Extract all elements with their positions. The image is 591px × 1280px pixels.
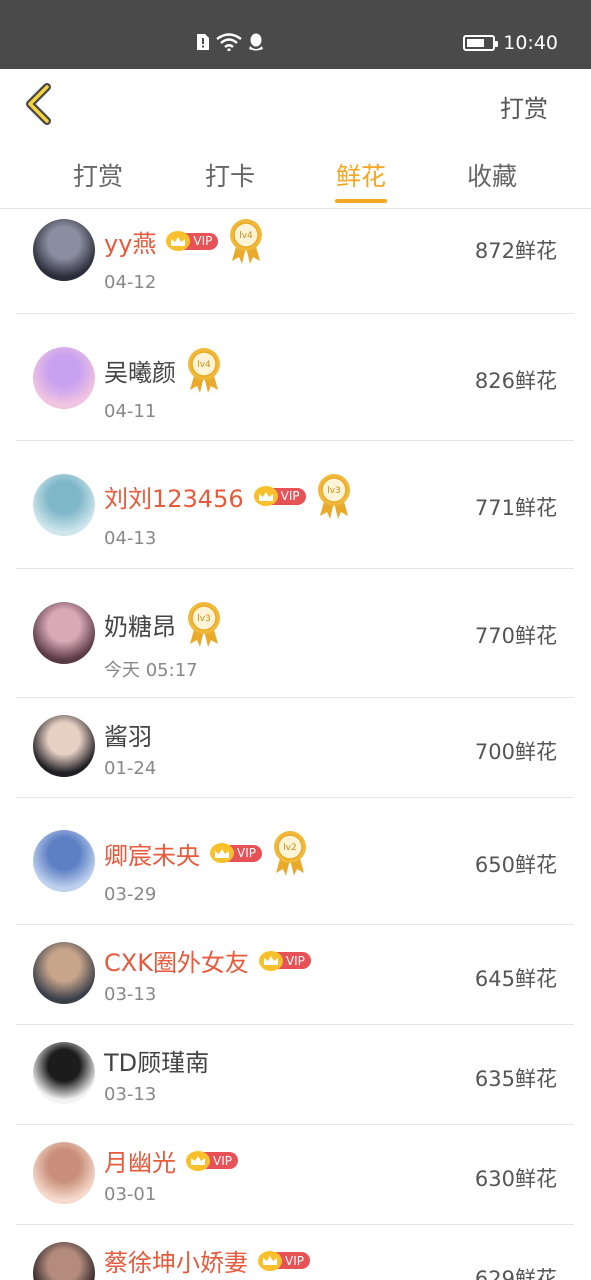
header: 打赏: [0, 69, 591, 139]
medal-icon: lv4: [230, 219, 263, 264]
sim-alert-icon: [197, 34, 209, 50]
user-name[interactable]: 吴曦颜: [104, 353, 176, 388]
flower-count: 629鲜花: [474, 1267, 557, 1280]
medal-icon: lv3: [188, 602, 220, 647]
name-line: 月幽光 VIP: [104, 1143, 238, 1178]
flower-count: 771鲜花: [474, 496, 557, 520]
user-name[interactable]: TD顾瑾南: [104, 1043, 209, 1078]
wifi-icon: [216, 33, 242, 51]
crown-icon: [253, 486, 278, 506]
vip-badge: VIP: [253, 486, 306, 506]
status-time: 10:40: [503, 32, 558, 54]
name-line: TD顾瑾南: [104, 1043, 209, 1078]
chevron-left-icon[interactable]: [22, 83, 56, 125]
name-line: 刘刘123456 VIP lv3: [104, 472, 352, 520]
tab-active-indicator: [335, 199, 387, 203]
tab-checkin[interactable]: 打卡: [170, 157, 290, 193]
level-label: lv4: [240, 231, 254, 241]
name-line: 奶糖昂 lv3: [104, 600, 222, 648]
status-icons: [196, 33, 264, 51]
avatar[interactable]: [33, 219, 95, 281]
avatar[interactable]: [33, 830, 95, 892]
list-item[interactable]: 奶糖昂 lv3 今天 05:17 770鲜花: [16, 569, 574, 698]
user-name[interactable]: 卿宸未央: [104, 836, 200, 871]
tab-reward[interactable]: 打赏: [38, 157, 158, 193]
user-name[interactable]: CXK圈外女友: [104, 943, 249, 978]
level-label: lv4: [197, 360, 211, 370]
vip-badge: VIP: [258, 950, 311, 971]
user-name[interactable]: 蔡徐坤小娇妻: [104, 1243, 248, 1278]
send-date: 01-24: [104, 758, 157, 779]
flower-count: 872鲜花: [474, 239, 557, 263]
list-item[interactable]: 蔡徐坤小娇妻 VIP 629鲜花: [16, 1225, 574, 1280]
user-name[interactable]: 奶糖昂: [104, 607, 176, 642]
level-label: lv3: [327, 486, 341, 496]
vip-badge: VIP: [166, 231, 219, 251]
avatar[interactable]: [33, 942, 95, 1004]
avatar[interactable]: [33, 1042, 95, 1104]
vip-badge: VIP: [258, 1250, 310, 1271]
name-line: 蔡徐坤小娇妻 VIP: [104, 1243, 310, 1278]
avatar[interactable]: [33, 1142, 95, 1204]
send-date: 03-13: [104, 1084, 157, 1105]
send-date: 03-13: [104, 984, 157, 1005]
flower-count: 700鲜花: [474, 740, 557, 764]
reward-button[interactable]: 打赏: [500, 89, 548, 124]
medal-icon: lv2: [273, 831, 306, 876]
name-line: 酱羽: [104, 717, 152, 752]
vip-badge: VIP: [210, 843, 262, 863]
list-item[interactable]: 卿宸未央 VIP lv2 03-29 650鲜花: [16, 798, 574, 925]
send-date: 03-29: [104, 884, 157, 905]
avatar[interactable]: [33, 347, 95, 409]
flower-count: 630鲜花: [474, 1167, 557, 1191]
list-item[interactable]: CXK圈外女友 VIP 03-13 645鲜花: [16, 925, 574, 1025]
user-name[interactable]: 酱羽: [104, 717, 152, 752]
name-line: 吴曦颜 lv4: [104, 346, 222, 394]
send-date: 03-01: [104, 1184, 157, 1205]
send-date: 04-13: [104, 528, 157, 549]
crown-icon: [258, 1250, 282, 1271]
name-line: CXK圈外女友 VIP: [104, 943, 311, 978]
crown-icon: [210, 843, 234, 863]
level-label: lv3: [197, 614, 211, 624]
list-item[interactable]: yy燕 VIP lv4 04-12 872鲜花: [16, 209, 574, 314]
medal-icon: lv3: [317, 474, 350, 519]
flower-count: 770鲜花: [474, 624, 557, 648]
flower-count: 635鲜花: [474, 1067, 557, 1091]
send-date: 04-11: [104, 401, 157, 422]
name-line: 卿宸未央 VIP lv2: [104, 829, 308, 877]
status-bar: 10:40: [0, 0, 591, 69]
list-item[interactable]: 酱羽 01-24 700鲜花: [16, 698, 574, 798]
level-label: lv2: [283, 843, 297, 853]
list-item[interactable]: 月幽光 VIP 03-01 630鲜花: [16, 1125, 574, 1225]
flower-count: 650鲜花: [474, 853, 557, 877]
flower-count: 645鲜花: [474, 967, 557, 991]
user-name[interactable]: yy燕: [104, 224, 156, 259]
tab-flowers[interactable]: 鲜花: [301, 157, 421, 193]
tab-favorites[interactable]: 收藏: [432, 157, 552, 193]
vip-badge: VIP: [186, 1150, 238, 1171]
name-line: yy燕 VIP lv4: [104, 217, 264, 265]
qq-icon: [249, 33, 263, 51]
user-name[interactable]: 刘刘123456: [104, 479, 244, 514]
list-item[interactable]: 刘刘123456 VIP lv3 04-13 771鲜花: [16, 441, 574, 569]
avatar[interactable]: [33, 1242, 95, 1280]
send-date: 今天 05:17: [104, 660, 198, 681]
battery-icon: [463, 35, 499, 51]
tab-bar: 打赏 打卡 鲜花 收藏: [0, 139, 591, 209]
send-date: 04-12: [104, 272, 157, 293]
avatar[interactable]: [33, 602, 95, 664]
flower-ranking-list: yy燕 VIP lv4 04-12 872鲜花吴曦颜 lv4 04-11 826鲜花刘刘123…: [16, 209, 574, 1280]
list-item[interactable]: 吴曦颜 lv4 04-11 826鲜花: [16, 314, 574, 441]
crown-icon: [186, 1150, 210, 1171]
crown-icon: [258, 950, 283, 971]
list-item[interactable]: TD顾瑾南 03-13 635鲜花: [16, 1025, 574, 1125]
status-right: 10:40: [463, 32, 558, 54]
avatar[interactable]: [33, 474, 95, 536]
medal-icon: lv4: [188, 348, 220, 393]
flower-count: 826鲜花: [474, 369, 557, 393]
avatar[interactable]: [33, 715, 95, 777]
user-name[interactable]: 月幽光: [104, 1143, 176, 1178]
